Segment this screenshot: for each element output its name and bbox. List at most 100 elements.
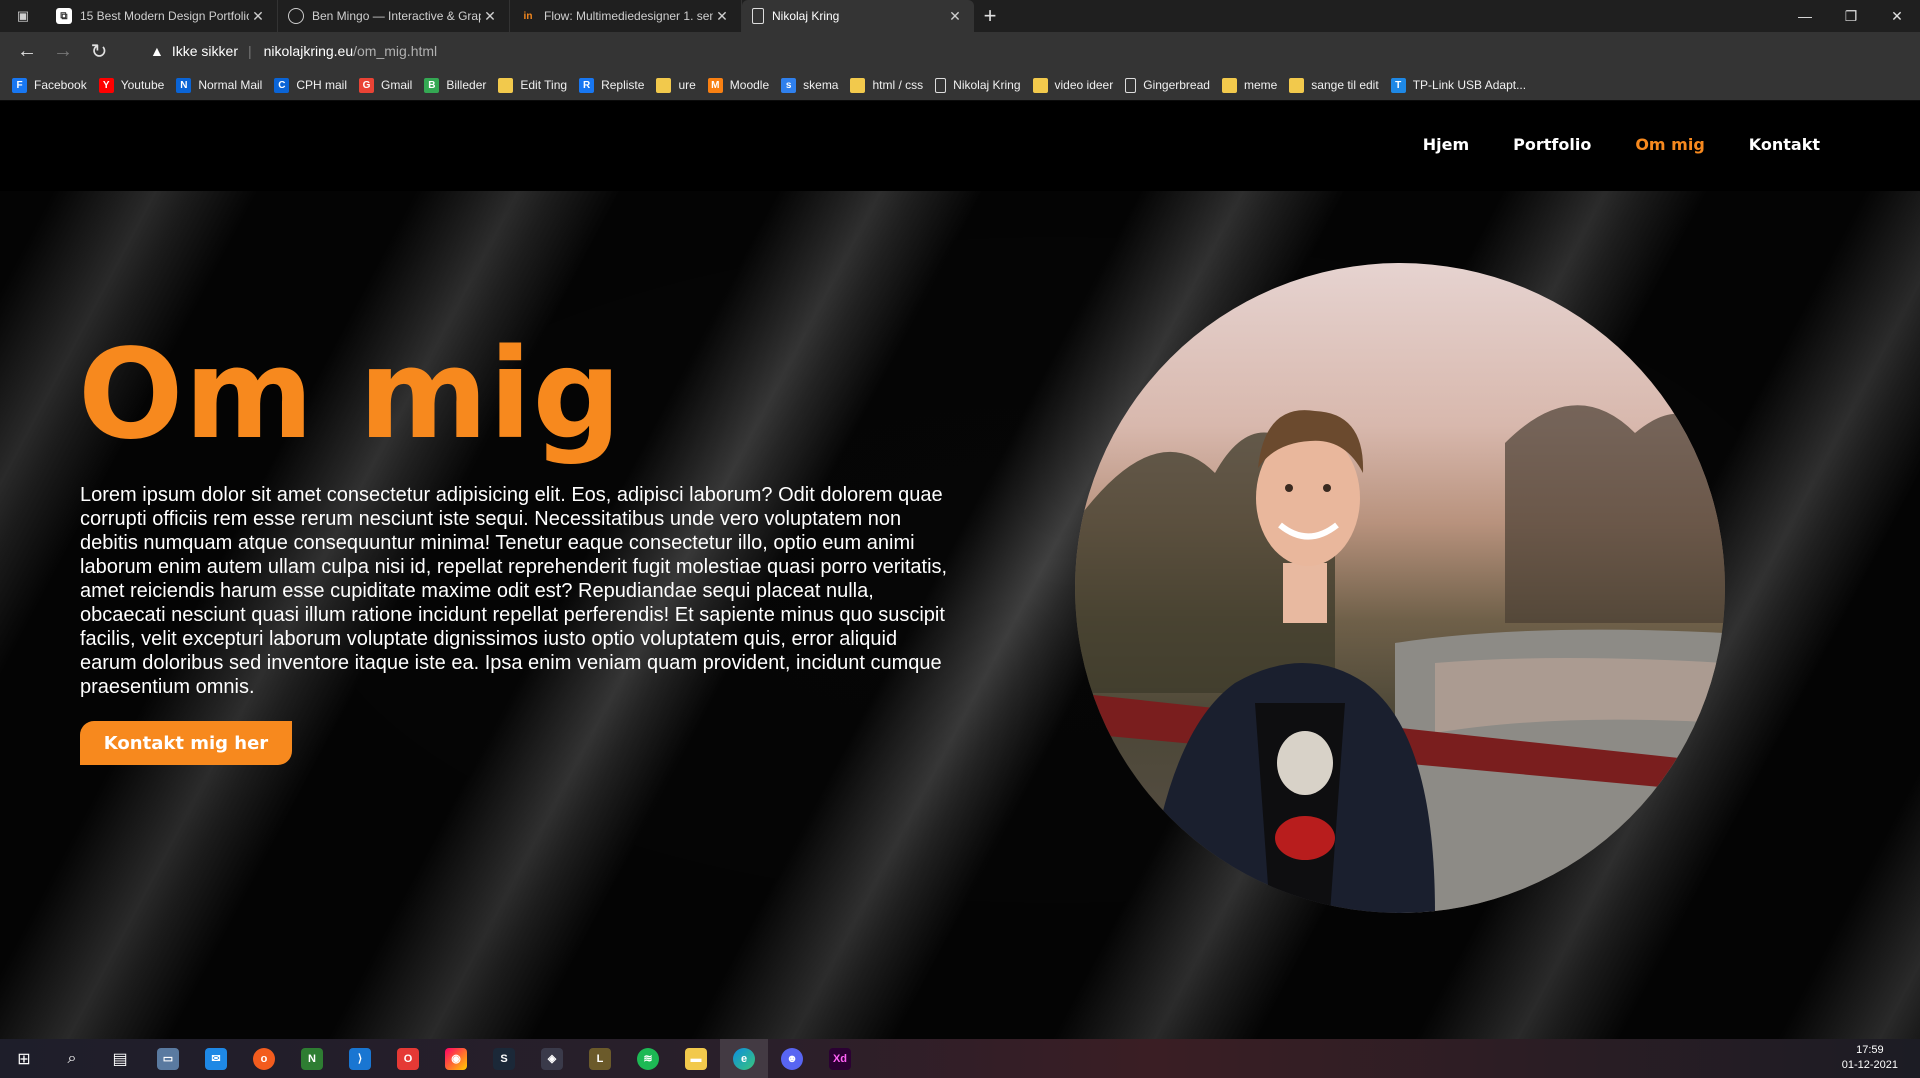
browser-tab[interactable]: in Flow: Multimediedesigner 1. sem ✕ [510, 0, 742, 32]
bookmark-label: Youtube [120, 78, 165, 92]
bookmark-item[interactable]: T TP-Link USB Adapt... [1390, 77, 1526, 93]
new-tab-button[interactable]: + [974, 0, 1006, 32]
file-explorer-icon[interactable]: ▬ [672, 1039, 720, 1078]
url-host: nikolajkring.eu [263, 43, 354, 59]
nav-link-kontakt[interactable]: Kontakt [1749, 135, 1820, 154]
origin-icon[interactable]: o [240, 1039, 288, 1078]
back-icon[interactable]: ← [9, 34, 45, 68]
page-title: Om mig [78, 323, 623, 467]
address-toolbar: ← → ↻ ▲ Ikke sikker | nikolajkring.eu /o… [0, 32, 1920, 94]
close-tab-icon[interactable]: ✕ [713, 8, 731, 25]
bookmark-item[interactable]: html / css [850, 77, 923, 93]
bookmark-item[interactable]: N Normal Mail [176, 77, 262, 93]
site-nav: Hjem Portfolio Om mig Kontakt [1379, 135, 1820, 154]
minimize-icon[interactable]: — [1782, 0, 1828, 32]
photos-icon: B [424, 77, 440, 93]
clock-time: 17:59 [1856, 1044, 1884, 1056]
bookmark-item[interactable]: R Repliste [579, 77, 645, 93]
steam-icon[interactable]: S [480, 1039, 528, 1078]
tab-title: 15 Best Modern Design Portfolio [80, 9, 249, 23]
profile-photo [1075, 263, 1725, 913]
bookmark-item[interactable]: meme [1221, 77, 1278, 93]
mail-icon[interactable]: ✉ [192, 1039, 240, 1078]
outlook-icon: C [274, 77, 290, 93]
tab-actions-icon[interactable]: ▣ [0, 0, 46, 32]
bookmark-label: Moodle [729, 78, 770, 92]
flow-icon: in [523, 10, 533, 22]
close-window-icon[interactable]: ✕ [1874, 0, 1920, 32]
tab-title: Nikolaj Kring [772, 9, 840, 23]
outlook-icon: N [176, 77, 192, 93]
browser-tab[interactable]: ⧉ 15 Best Modern Design Portfolio ✕ [46, 0, 278, 32]
refresh-icon[interactable]: ↻ [81, 34, 117, 68]
shield-app-icon[interactable]: ◈ [528, 1039, 576, 1078]
bookmark-item[interactable]: G Gmail [359, 77, 412, 93]
bookmark-item[interactable]: B Billeder [424, 77, 487, 93]
bookmark-item[interactable]: Gingerbread [1125, 77, 1210, 93]
clock-date: 01-12-2021 [1841, 1059, 1898, 1071]
folder-icon [656, 77, 672, 93]
windows-taskbar: ⊞ ⌕ ▤ ▭ ✉ o N ⟩ O ◉ S ◈ L ≋ ▬ e ☻ Xd 17:… [0, 1039, 1920, 1078]
nvidia-icon[interactable]: N [288, 1039, 336, 1078]
bookmark-label: meme [1243, 78, 1278, 92]
browser-tab-strip: ▣ ⧉ 15 Best Modern Design Portfolio ✕ Be… [0, 0, 1920, 32]
photo-app-icon[interactable]: ◉ [432, 1039, 480, 1078]
close-tab-icon[interactable]: ✕ [481, 8, 499, 25]
bookmark-item[interactable]: ure [656, 77, 696, 93]
bookmark-item[interactable]: Edit Ting [498, 77, 568, 93]
url-bar[interactable]: ▲ Ikke sikker | nikolajkring.eu /om_mig.… [150, 36, 1450, 66]
youtube-icon: Y [98, 77, 114, 93]
contact-button[interactable]: Kontakt mig her [80, 721, 292, 765]
discord-icon[interactable]: ☻ [768, 1039, 816, 1078]
folder-icon [1221, 77, 1237, 93]
bookmark-item[interactable]: sange til edit [1289, 77, 1379, 93]
bookmark-item[interactable]: F Facebook [12, 77, 87, 93]
bookmark-item[interactable]: M Moodle [707, 77, 770, 93]
gmail-icon: G [359, 77, 374, 93]
portrait-illustration [1075, 405, 1725, 913]
league-icon[interactable]: L [576, 1039, 624, 1078]
bookmark-item[interactable]: s skema [781, 77, 839, 93]
browser-tab-active[interactable]: Nikolaj Kring ✕ [742, 0, 974, 32]
folder-icon [1032, 77, 1048, 93]
bookmark-item[interactable]: video ideer [1032, 77, 1114, 93]
bookmark-item[interactable]: Y Youtube [98, 77, 165, 93]
bookmark-label: Repliste [601, 78, 645, 92]
office-icon[interactable]: O [384, 1039, 432, 1078]
web-page: Hjem Portfolio Om mig Kontakt Om mig Lor… [0, 101, 1920, 1039]
nav-link-portfolio[interactable]: Portfolio [1513, 135, 1591, 154]
folder-icon [498, 77, 514, 93]
computer-icon[interactable]: ▭ [144, 1039, 192, 1078]
facebook-icon: R [579, 77, 595, 93]
security-label[interactable]: Ikke sikker [172, 43, 238, 59]
vscode-icon[interactable]: ⟩ [336, 1039, 384, 1078]
windows-start-icon[interactable]: ⊞ [0, 1039, 48, 1078]
warning-icon[interactable]: ▲ [150, 43, 164, 59]
folder-icon [1289, 77, 1305, 93]
bookmark-label: Billeder [446, 78, 487, 92]
bookmark-label: Facebook [34, 78, 87, 92]
bookmark-item[interactable]: C CPH mail [274, 77, 347, 93]
tab-title: Flow: Multimediedesigner 1. sem [544, 9, 713, 23]
bookmark-label: video ideer [1054, 78, 1114, 92]
facebook-icon: F [12, 77, 27, 93]
task-view-icon[interactable]: ▤ [96, 1039, 144, 1078]
spotify-icon[interactable]: ≋ [624, 1039, 672, 1078]
adobe-xd-icon[interactable]: Xd [816, 1039, 864, 1078]
edge-icon[interactable]: e [720, 1039, 768, 1078]
bookmark-label: Nikolaj Kring [953, 78, 1021, 92]
close-tab-icon[interactable]: ✕ [946, 8, 964, 25]
tab-title: Ben Mingo — Interactive & Grap [312, 9, 481, 23]
nav-link-om-mig[interactable]: Om mig [1635, 135, 1704, 154]
nav-link-hjem[interactable]: Hjem [1423, 135, 1469, 154]
folder-icon [850, 77, 866, 93]
bookmark-label: Edit Ting [520, 78, 568, 92]
bookmark-item[interactable]: Nikolaj Kring [935, 77, 1021, 93]
search-icon[interactable]: ⌕ [48, 1039, 96, 1078]
browser-tab[interactable]: Ben Mingo — Interactive & Grap ✕ [278, 0, 510, 32]
close-tab-icon[interactable]: ✕ [249, 8, 267, 25]
bookmark-label: skema [803, 78, 839, 92]
system-clock[interactable]: 17:59 01-12-2021 [1842, 1043, 1898, 1073]
restore-icon[interactable]: ❐ [1828, 0, 1874, 32]
forward-icon[interactable]: → [45, 34, 81, 68]
